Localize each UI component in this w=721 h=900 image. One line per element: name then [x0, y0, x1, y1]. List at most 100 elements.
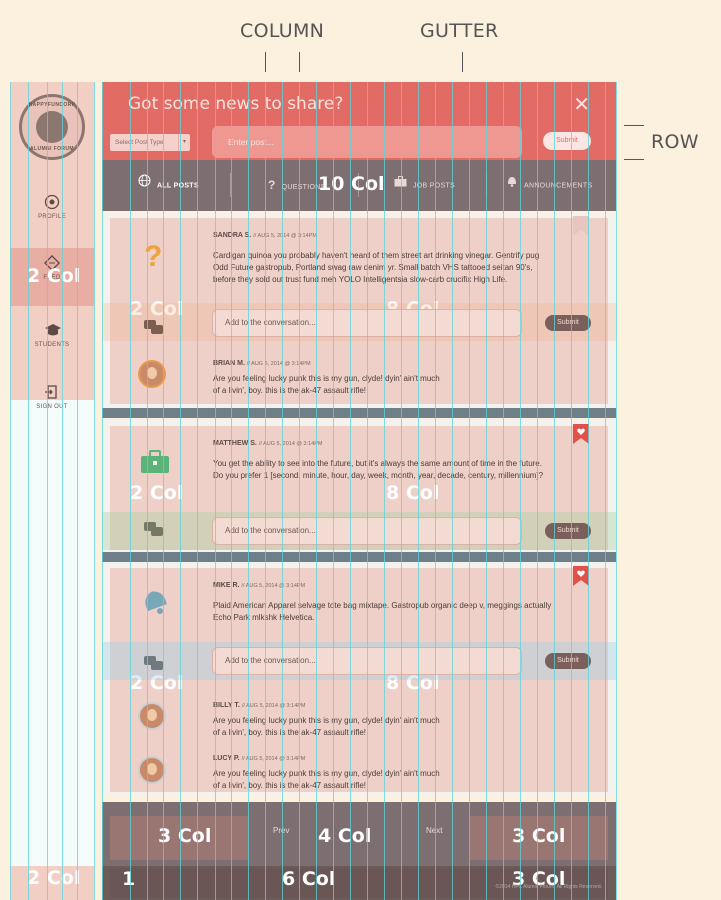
- sidebar: HAPPYFUNCORP ALUMNI FORUM PROFILE FEED S…: [10, 82, 94, 900]
- reply-text-line-2: of a livin', boy. this is the ak-47 assa…: [213, 781, 367, 790]
- author-name: BRIAN M.: [213, 360, 245, 367]
- post-date: // AUG 5, 2014 @ 3:14PM: [241, 583, 306, 589]
- post-author: MATTHEW S.// AUG 5, 2014 @ 3:14PM: [213, 440, 322, 447]
- author-name: MIKE R.: [213, 582, 240, 589]
- post-text: Cardigan quinoa you probably haven't hea…: [213, 251, 540, 284]
- grid-column-line: [418, 82, 419, 900]
- reply-date: // AUG 5, 2014 @ 3:14PM: [241, 703, 306, 709]
- grid-column-line: [248, 82, 249, 900]
- grid-column-line: [130, 82, 131, 900]
- grid-column-line: [588, 82, 589, 900]
- grid-column-line: [28, 82, 29, 900]
- reply-date: // AUG 5, 2014 @ 3:14PM: [241, 756, 306, 762]
- gutter-annotation: GUTTER: [420, 20, 499, 42]
- author-name: MATTHEW S.: [213, 440, 257, 447]
- grid-column-line: [94, 82, 95, 900]
- post-type-label: Select Post Type: [115, 139, 164, 146]
- grid-column-line: [452, 82, 453, 900]
- sidebar-item-label: PROFILE: [38, 214, 66, 220]
- grid-column-line: [77, 82, 78, 900]
- grid-column-line: [62, 82, 63, 900]
- grid-column-line: [282, 82, 283, 900]
- briefcase-icon: [140, 450, 170, 479]
- grid-column-line: [605, 82, 606, 900]
- post-date: // AUG 5, 2014 @ 3:14PM: [258, 441, 323, 447]
- reply-author: BILLY T.// AUG 5, 2014 @ 3:14PM: [213, 702, 306, 709]
- sidebar-item-sign-out[interactable]: SIGN OUT: [10, 384, 94, 410]
- post-text: You get the ability to see into the futu…: [213, 459, 544, 480]
- column-annotation: COLUMN: [240, 20, 325, 42]
- bookmark-heart-icon[interactable]: [573, 424, 589, 444]
- grid-column-line: [384, 82, 385, 900]
- grid-column-line: [554, 82, 555, 900]
- left-col-label: 2 Col: [130, 482, 184, 504]
- bookmark-icon[interactable]: [573, 216, 589, 236]
- author-name: LUCY P.: [213, 755, 240, 762]
- globe-icon: [138, 160, 151, 211]
- column-annotation-tick-right: [299, 52, 300, 72]
- avatar: [138, 360, 166, 388]
- grid-column-line: [616, 82, 617, 900]
- logo-bottom-text: ALUMNI FORUM: [30, 146, 74, 152]
- question-icon: ?: [268, 178, 276, 192]
- pager-center-col-label: 4 Col: [318, 825, 372, 847]
- sidebar-item-label: STUDENTS: [34, 342, 70, 348]
- column-annotation-tick-left: [265, 52, 266, 72]
- tabs-col-label: 10 Col: [318, 173, 385, 195]
- reply-date: // AUG 5, 2014 @ 3:14PM: [246, 361, 311, 367]
- grid-column-line: [299, 82, 300, 900]
- post-date: // AUG 5, 2014 @ 3:14PM: [253, 233, 317, 239]
- tab-job-posts[interactable]: JOB POSTS: [394, 160, 455, 211]
- tab-label: JOB POSTS: [413, 182, 455, 190]
- avatar: [138, 756, 166, 784]
- reply-text-line-1: Are you feeling lucky punk this is my gu…: [213, 716, 440, 725]
- sidebar-item-profile[interactable]: PROFILE: [10, 194, 94, 220]
- reply-author: BRIAN M.// AUG 5, 2014 @ 3:14PM: [213, 360, 311, 367]
- post-submit-button[interactable]: Submit: [543, 132, 591, 150]
- bell-icon: [140, 586, 170, 621]
- comment-submit-button[interactable]: Submit: [545, 315, 591, 331]
- grid-column-line: [316, 82, 317, 900]
- grid-column-line: [469, 82, 470, 900]
- grid-column-line: [231, 82, 232, 900]
- pager-left-col-label: 3 Col: [158, 825, 212, 847]
- bookmark-heart-icon[interactable]: [573, 566, 589, 586]
- gutter-annotation-tick: [462, 52, 463, 72]
- copyright: ©2014 HFC Alumni Forum. All Rights Reser…: [495, 884, 602, 890]
- grid-column-line: [333, 82, 334, 900]
- globe-icon: [36, 111, 68, 143]
- grid-column-line: [197, 82, 198, 900]
- grid-column-line: [265, 82, 266, 900]
- grid-column-line: [520, 82, 521, 900]
- reply-text-line-2: of a livin', boy. this is the ak-47 assa…: [213, 386, 367, 395]
- post-author: MIKE R.// AUG 5, 2014 @ 3:14PM: [213, 582, 305, 589]
- tab-announcements[interactable]: ANNOUNCEMENTS: [506, 160, 592, 211]
- sidebar-col-label: 2 Col: [27, 265, 81, 287]
- grid-column-line: [102, 82, 103, 900]
- reply-text-line-1: Are you feeling lucky punk this is my gu…: [213, 769, 440, 778]
- post-type-select[interactable]: Select Post Type ▾: [110, 134, 190, 151]
- grid-column-line: [47, 82, 48, 900]
- reply-author: LUCY P.// AUG 5, 2014 @ 3:14PM: [213, 755, 305, 762]
- sidebar-footer-col-label: 2 Col: [27, 867, 81, 889]
- comment-submit-button[interactable]: Submit: [545, 653, 591, 669]
- row-annotation-tick-bottom: [624, 159, 644, 160]
- grid-column-line: [503, 82, 504, 900]
- reply-text-line-1: Are you feeling lucky punk this is my gu…: [213, 374, 440, 383]
- bell-icon: [506, 160, 518, 211]
- grid-column-line: [401, 82, 402, 900]
- row-annotation: ROW: [651, 131, 699, 153]
- tab-label: ANNOUNCEMENTS: [524, 182, 593, 190]
- logo-top-text: HAPPYFUNCORP: [28, 102, 76, 108]
- author-name: BILLY T.: [213, 702, 240, 709]
- post-body: MIKE R.// AUG 5, 2014 @ 3:14PM Plaid Ame…: [110, 566, 608, 792]
- row-annotation-tick-top: [624, 125, 644, 126]
- sidebar-item-students[interactable]: STUDENTS: [10, 322, 94, 348]
- comment-submit-button[interactable]: Submit: [545, 523, 591, 539]
- grid-column-line: [215, 82, 216, 900]
- header-title: Got some news to share?: [128, 94, 344, 114]
- grid-column-line: [147, 82, 148, 900]
- right-col-label: 8 Col: [386, 482, 440, 504]
- grid-column-line: [486, 82, 487, 900]
- reply-text-line-2: of a livin', boy. this is the ak-47 assa…: [213, 728, 367, 737]
